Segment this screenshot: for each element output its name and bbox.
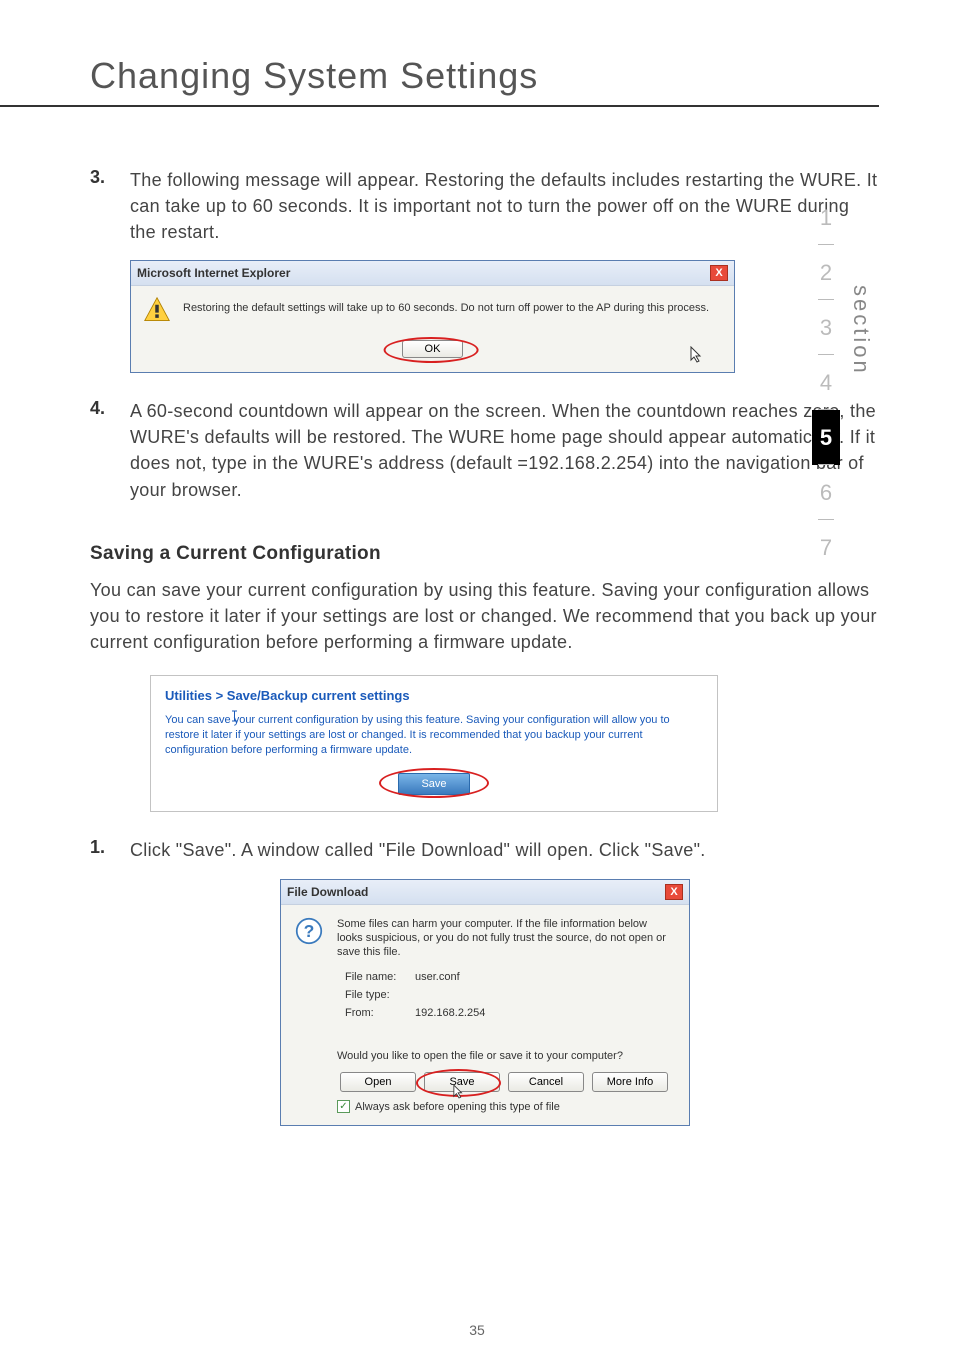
- file-download-body: ? Some files can harm your computer. If …: [281, 905, 689, 1126]
- warning-icon: [143, 296, 171, 324]
- nav-item-2[interactable]: 2: [812, 245, 840, 300]
- more-info-button[interactable]: More Info: [592, 1072, 668, 1092]
- section-label: section: [848, 285, 874, 376]
- nav-item-5[interactable]: 5: [812, 410, 840, 465]
- ok-button[interactable]: OK: [402, 340, 464, 358]
- step-1-text: Click "Save". A window called "File Down…: [130, 837, 706, 863]
- step-3-text: The following message will appear. Resto…: [130, 167, 879, 245]
- from-label: From:: [345, 1005, 415, 1023]
- step-3-number: 3.: [90, 167, 130, 245]
- file-download-title-bar: File Download X: [281, 880, 689, 905]
- web-save-panel: Utilities > Save/Backup current settings…: [150, 675, 718, 813]
- text-cursor-icon: [231, 709, 238, 728]
- web-panel-text: You can save your current configuration …: [165, 713, 703, 758]
- question-icon: ?: [295, 917, 323, 945]
- step-1: 1. Click "Save". A window called "File D…: [90, 837, 879, 863]
- body-paragraph: You can save your current configuration …: [90, 577, 879, 655]
- nav-item-7[interactable]: 7: [812, 520, 840, 575]
- main-content: 3. The following message will appear. Re…: [0, 107, 954, 1126]
- checkbox-icon[interactable]: ✓: [337, 1100, 350, 1113]
- open-button[interactable]: Open: [340, 1072, 416, 1092]
- nav-item-6[interactable]: 6: [812, 465, 840, 520]
- file-type-label: File type:: [345, 987, 415, 1005]
- file-download-question: Would you like to open the file or save …: [337, 1050, 675, 1062]
- step-4: 4. A 60-second countdown will appear on …: [90, 398, 879, 502]
- ie-alert-message: Restoring the default settings will take…: [183, 301, 709, 315]
- step-1-number: 1.: [90, 837, 130, 863]
- cancel-button[interactable]: Cancel: [508, 1072, 584, 1092]
- step-4-text: A 60-second countdown will appear on the…: [130, 398, 879, 502]
- close-icon[interactable]: X: [710, 265, 728, 281]
- file-name-value: user.conf: [415, 969, 460, 987]
- ie-alert-title-bar: Microsoft Internet Explorer X: [131, 261, 734, 286]
- web-panel-title: Utilities > Save/Backup current settings: [165, 688, 703, 703]
- page-number: 35: [469, 1322, 485, 1338]
- side-navigation: 1 2 3 4 5 6 7 section: [812, 190, 874, 575]
- page-title: Changing System Settings: [0, 0, 879, 107]
- cursor-icon: [690, 346, 704, 369]
- ie-alert-dialog: Microsoft Internet Explorer X Restoring …: [130, 260, 735, 373]
- section-heading-saving: Saving a Current Configuration: [90, 543, 879, 565]
- step-3: 3. The following message will appear. Re…: [90, 167, 879, 245]
- nav-item-3[interactable]: 3: [812, 300, 840, 355]
- file-download-dialog: File Download X ? Some files can harm yo…: [280, 879, 690, 1127]
- from-value: 192.168.2.254: [415, 1005, 485, 1023]
- file-download-warning: Some files can harm your computer. If th…: [337, 917, 675, 960]
- web-save-button[interactable]: Save: [398, 773, 469, 795]
- nav-item-4[interactable]: 4: [812, 355, 840, 410]
- file-download-details: File name: user.conf File type: From: 19…: [345, 969, 675, 1022]
- nav-item-1[interactable]: 1: [812, 190, 840, 245]
- nav-numbers: 1 2 3 4 5 6 7: [812, 190, 840, 575]
- file-name-label: File name:: [345, 969, 415, 987]
- step-4-number: 4.: [90, 398, 130, 502]
- ie-alert-body: Restoring the default settings will take…: [131, 286, 734, 372]
- always-ask-checkbox-row[interactable]: ✓ Always ask before opening this type of…: [337, 1100, 675, 1113]
- file-download-title: File Download: [287, 885, 368, 899]
- cursor-icon: [453, 1084, 465, 1103]
- close-icon[interactable]: X: [665, 884, 683, 900]
- svg-text:?: ?: [304, 921, 315, 941]
- ie-alert-title: Microsoft Internet Explorer: [137, 266, 290, 280]
